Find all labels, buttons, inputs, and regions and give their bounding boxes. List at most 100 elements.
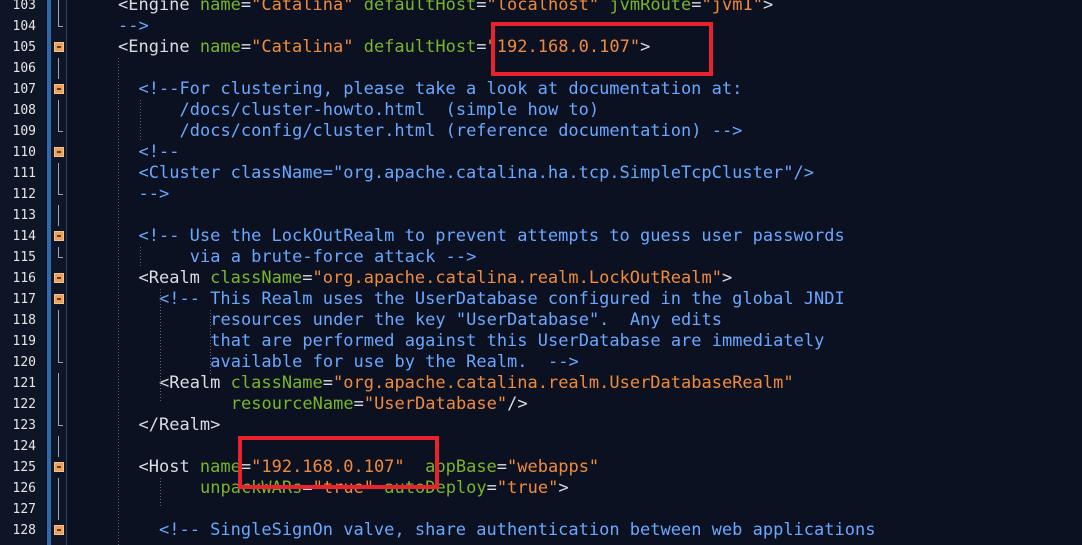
code-token: "Catalina" <box>251 0 354 15</box>
code-line[interactable]: 105 <Engine name="Catalina" defaultHost="… <box>0 37 1082 58</box>
code-token: > <box>558 478 569 498</box>
fold-line-icon <box>54 394 64 415</box>
line-number: 117 <box>12 292 36 307</box>
code-line[interactable]: 120 available for use by the Realm. --> <box>0 352 1082 373</box>
code-token: <!-- SingleSignOn valve, share authentic… <box>159 520 876 540</box>
code-token: "org.apache.catalina.realm.UserDatabaseR… <box>333 373 794 393</box>
line-number: 118 <box>12 313 36 328</box>
code-token: that are performed against this UserData… <box>210 331 825 351</box>
line-number: 109 <box>12 124 36 139</box>
code-token: = <box>240 0 252 15</box>
code-line[interactable]: 106 <box>0 58 1082 79</box>
code-line[interactable]: 117 <!-- This Realm uses the UserDatabase… <box>0 289 1082 310</box>
fold-line-icon <box>54 478 64 499</box>
line-number: 113 <box>12 208 36 223</box>
code-token: <Engine <box>118 0 200 15</box>
code-line[interactable]: 118 resources under the key "UserDatabase… <box>0 310 1082 331</box>
code-token: /> <box>507 394 528 414</box>
fold-line-icon <box>54 499 64 520</box>
code-token: = <box>302 268 313 288</box>
code-text: <!-- <box>139 142 180 163</box>
line-number: 104 <box>12 19 36 34</box>
code-line[interactable]: 110 <!-- <box>0 142 1082 163</box>
code-line[interactable]: 103 <Engine name="Catalina" defaultHost="… <box>0 0 1082 16</box>
line-number: 114 <box>12 229 36 244</box>
code-line[interactable]: 115 via a brute-force attack --> <box>0 247 1082 268</box>
code-text: that are performed against this UserData… <box>210 331 824 352</box>
fold-line-icon <box>54 247 64 262</box>
code-token: <Host <box>138 457 200 477</box>
fold-toggle-icon[interactable] <box>54 294 64 304</box>
fold-toggle-icon[interactable] <box>54 147 64 157</box>
code-token: <!-- <box>138 142 180 162</box>
line-number: 116 <box>12 271 36 286</box>
line-number: 122 <box>12 397 36 412</box>
code-line[interactable]: 109/docs/config/cluster.html (reference … <box>0 121 1082 142</box>
code-line[interactable]: 114 <!-- Use the LockOutRealm to prevent … <box>0 226 1082 247</box>
fold-toggle-icon[interactable] <box>54 273 64 283</box>
fold-line-icon <box>54 58 64 79</box>
line-number: 108 <box>12 103 36 118</box>
code-line[interactable]: 125 <Host name="192.168.0.107" appBase="w… <box>0 457 1082 478</box>
code-text: --> <box>118 16 149 37</box>
code-text: <!--For clustering, please take a look a… <box>139 79 743 100</box>
fold-line-icon <box>54 373 64 394</box>
code-line[interactable]: 124 <box>0 436 1082 457</box>
code-token: jvmRoute <box>609 0 692 15</box>
code-line[interactable]: 121 <Realm className="org.apache.catalina… <box>0 373 1082 394</box>
code-text: resources under the key "UserDatabase". … <box>210 310 722 331</box>
fold-line-icon <box>54 121 64 136</box>
indent-guide <box>140 247 141 267</box>
fold-toggle-icon[interactable] <box>54 462 64 472</box>
code-editor[interactable]: 103 <Engine name="Catalina" defaultHost="… <box>0 0 1082 541</box>
fold-toggle-icon[interactable] <box>54 42 64 52</box>
code-token: <Cluster className="org.apache.catalina.… <box>138 163 815 183</box>
line-number: 127 <box>12 502 36 517</box>
code-text: <!-- This Realm uses the UserDatabase co… <box>159 289 845 310</box>
fold-line-icon <box>54 205 64 226</box>
code-text: /docs/config/cluster.html (reference doc… <box>180 121 743 142</box>
code-text: available for use by the Realm. --> <box>210 352 578 373</box>
line-number: 121 <box>12 376 36 391</box>
code-line[interactable]: 104 --> <box>0 16 1082 37</box>
code-token: = <box>353 394 364 414</box>
code-token: className <box>230 373 323 393</box>
code-token: available for use by the Realm. --> <box>210 352 579 372</box>
fold-toggle-icon[interactable] <box>54 84 64 94</box>
code-token: </Realm> <box>138 415 221 435</box>
code-token: className <box>210 268 303 288</box>
fold-toggle-icon[interactable] <box>54 525 64 535</box>
fold-toggle-icon[interactable] <box>54 231 64 241</box>
code-line[interactable]: 119 that are performed against this UserD… <box>0 331 1082 352</box>
code-line[interactable]: 116 <Realm className="org.apache.catalina… <box>0 268 1082 289</box>
code-line[interactable]: 107 <!--For clustering, please take a loo… <box>0 79 1082 100</box>
code-line[interactable]: 127 <box>0 499 1082 520</box>
code-text: <Host name="192.168.0.107" appBase="weba… <box>139 457 600 478</box>
code-line[interactable]: 108/docs/cluster-howto.html (simple how … <box>0 100 1082 121</box>
code-line[interactable]: 111 <Cluster className="org.apache.catali… <box>0 163 1082 184</box>
code-token: resourceName <box>230 394 354 414</box>
code-line[interactable]: 112 --> <box>0 184 1082 205</box>
code-token: <!-- Use the LockOutRealm to prevent att… <box>138 226 845 246</box>
code-line[interactable]: 122 resourceName="UserDatabase"/> <box>0 394 1082 415</box>
code-line[interactable]: 113 <box>0 205 1082 226</box>
code-token: "jvm1" <box>701 0 763 15</box>
code-token: <Realm <box>138 268 211 288</box>
code-token: <Realm <box>159 373 231 393</box>
code-token: = <box>476 0 487 15</box>
code-token: unpackWARs <box>200 478 303 498</box>
code-token: defaultHost <box>363 37 477 57</box>
code-line[interactable]: 128 <!-- SingleSignOn valve, share authen… <box>0 520 1082 541</box>
indent-guide <box>210 310 211 374</box>
code-token: = <box>691 0 702 15</box>
fold-line-icon <box>54 310 64 331</box>
code-line[interactable]: 126 unpackWARs="true" autoDeploy="true"> <box>0 478 1082 499</box>
indent-guide <box>140 100 141 140</box>
indent-guide <box>160 478 161 508</box>
code-token: /docs/config/cluster.html (reference doc… <box>179 121 743 141</box>
line-number: 120 <box>12 355 36 370</box>
code-line[interactable]: 123 </Realm> <box>0 415 1082 436</box>
